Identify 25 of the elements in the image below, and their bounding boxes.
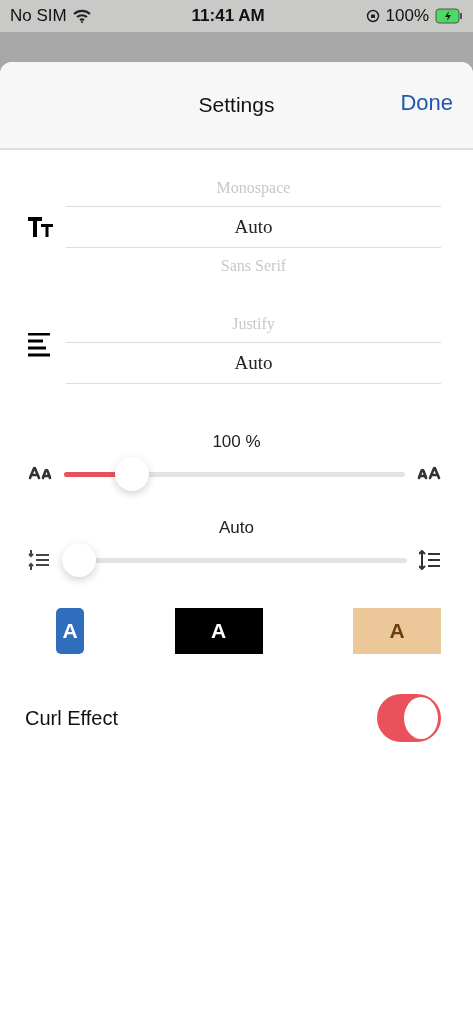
rotation-lock-icon bbox=[365, 9, 380, 23]
time-label: 11:41 AM bbox=[191, 6, 265, 26]
alignment-option[interactable]: Auto bbox=[66, 342, 441, 384]
text-size-icon bbox=[28, 217, 54, 237]
battery-label: 100% bbox=[385, 6, 429, 26]
slider-thumb[interactable] bbox=[62, 543, 96, 577]
battery-icon bbox=[435, 8, 463, 24]
slider-thumb[interactable] bbox=[115, 457, 150, 491]
curl-effect-label: Curl Effect bbox=[25, 706, 118, 730]
font-option[interactable]: Auto bbox=[66, 206, 441, 248]
curl-effect-switch[interactable] bbox=[377, 694, 441, 742]
theme-button[interactable]: A bbox=[56, 608, 84, 654]
wifi-icon bbox=[72, 9, 91, 23]
theme-button[interactable]: A bbox=[174, 608, 263, 654]
line-spacing-reading: Auto bbox=[218, 518, 255, 538]
font-size-reading: 100 % bbox=[211, 432, 262, 452]
line-spacing-slider[interactable] bbox=[62, 542, 407, 578]
font-size-slider[interactable] bbox=[64, 456, 405, 492]
sheet-title: Settings bbox=[198, 93, 275, 117]
tight-spacing-icon bbox=[28, 550, 50, 570]
theme-button[interactable]: A bbox=[353, 608, 441, 654]
done-button[interactable]: Done bbox=[400, 90, 453, 116]
align-left-icon bbox=[28, 333, 52, 357]
wide-spacing-icon bbox=[419, 550, 441, 570]
carrier-label: No SIM bbox=[10, 6, 67, 26]
